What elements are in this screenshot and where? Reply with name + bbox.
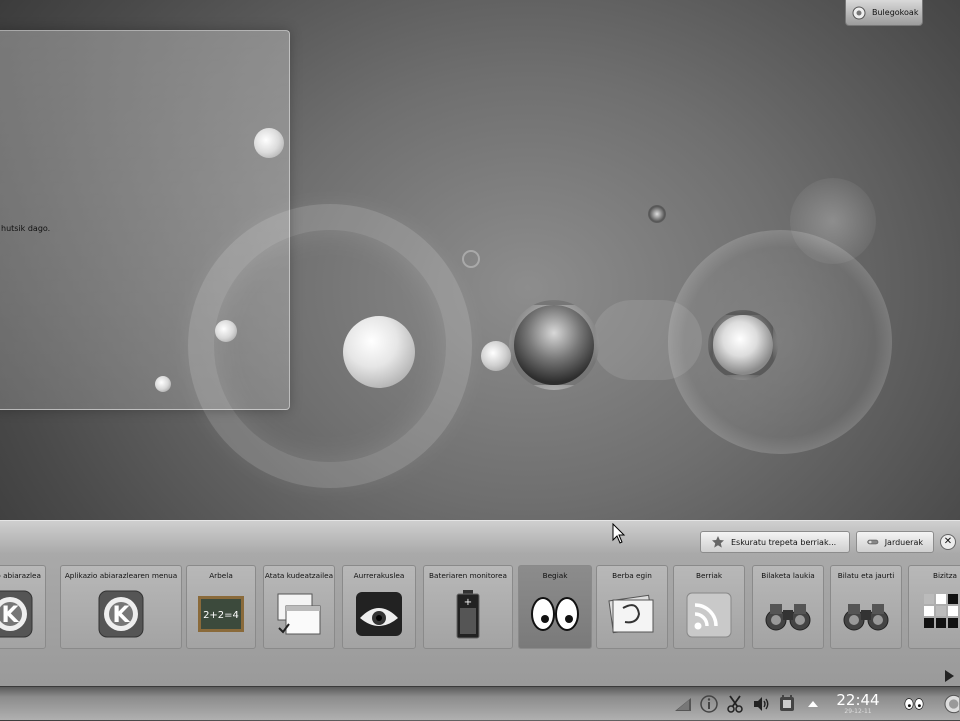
widget-tile[interactable]: ...asio abiarazlea K: [0, 565, 46, 649]
speaker-icon[interactable]: [748, 691, 774, 717]
eyes-icon: [530, 588, 580, 640]
widget-name: Begiak: [542, 571, 568, 580]
get-new-widgets-button[interactable]: Eskuratu trepeta berriak...: [700, 531, 850, 553]
wallpaper-orb: [708, 310, 778, 380]
svg-text:K: K: [1, 603, 19, 628]
widget-name: Arbela: [209, 571, 233, 580]
widget-name: Bateriaren monitorea: [429, 571, 507, 580]
folder-empty-message: hutsik dago.: [1, 224, 51, 233]
widget-name: Berba egin: [612, 571, 652, 580]
info-icon[interactable]: [696, 691, 722, 717]
activities-explorer-label: Jarduerak: [884, 537, 923, 547]
widget-explorer: Eskuratu trepeta berriak... Jarduerak ✕ …: [0, 520, 960, 686]
widget-name: Atata kudeatzailea: [264, 571, 334, 580]
widget-name: Berriak: [695, 571, 723, 580]
clock-time: 22:44: [836, 690, 880, 709]
svg-text:K: K: [112, 603, 130, 628]
widget-tile[interactable]: Aplikazio abiarazlearen menua K: [60, 565, 182, 649]
scissors-icon[interactable]: [722, 691, 748, 717]
binoculars-icon: [841, 588, 891, 640]
system-tray: 22:44 29-12-11: [670, 687, 960, 721]
activities-explorer-button[interactable]: Jarduerak: [856, 531, 934, 553]
widget-tile[interactable]: Atata kudeatzailea: [263, 565, 335, 649]
binoculars-icon: [763, 588, 813, 640]
eyes-applet-icon[interactable]: [890, 689, 938, 719]
widget-tile[interactable]: Bilatu eta jaurti: [830, 565, 902, 649]
clock-date: 29-12-11: [844, 707, 872, 715]
widget-tile[interactable]: Aurrerakuslea: [342, 565, 416, 649]
mouse-cursor-icon: [612, 523, 626, 544]
widget-name: Bilaketa laukia: [761, 571, 815, 580]
wallpaper-band: [592, 300, 702, 380]
arrow-up-icon[interactable]: [800, 691, 826, 717]
widget-tile[interactable]: Bilaketa laukia: [752, 565, 824, 649]
wallpaper-dot: [462, 250, 480, 268]
widget-scrollbar[interactable]: [0, 669, 960, 687]
kde-menu-icon[interactable]: [938, 689, 960, 719]
widget-name: Bizitza: [932, 571, 958, 580]
network-icon[interactable]: [670, 691, 696, 717]
bottom-panel: 22:44 29-12-11: [0, 686, 960, 720]
widget-tile[interactable]: Berba egin: [596, 565, 668, 649]
windows-icon: [274, 588, 324, 640]
widget-name: Aurrerakuslea: [353, 571, 405, 580]
widget-tile[interactable]: Begiak: [518, 565, 592, 649]
digital-clock[interactable]: 22:44 29-12-11: [830, 690, 886, 716]
kde-logo-icon: K: [0, 588, 35, 640]
activities-label: Bulegokoak: [872, 8, 919, 17]
widget-name: ...asio abiarazlea: [0, 571, 41, 580]
wallpaper-ring: [668, 230, 892, 454]
widget-tile[interactable]: Berriak: [673, 565, 745, 649]
get-new-widgets-label: Eskuratu trepeta berriak...: [731, 537, 837, 547]
kde-logo-icon: K: [96, 588, 146, 640]
close-icon[interactable]: ✕: [940, 534, 956, 550]
activities-button[interactable]: Bulegokoak: [845, 0, 923, 26]
wallpaper-orb-dark: [509, 300, 599, 390]
wallpaper-dot: [481, 341, 511, 371]
chalkboard-icon: 2+2=4: [196, 588, 246, 640]
widget-list: ...asio abiarazleaKAplikazio abiarazlear…: [0, 565, 960, 651]
wallpaper-dot: [648, 205, 666, 223]
svg-text:+: +: [464, 597, 472, 608]
wallpaper-glow: [790, 178, 876, 264]
explorer-toolbar: Eskuratu trepeta berriak... Jarduerak ✕: [700, 530, 960, 554]
wallpaper-orb-white: [343, 316, 415, 388]
grid-icon: [920, 588, 960, 640]
cashew-icon: [852, 6, 866, 19]
rss-icon: [684, 588, 734, 640]
widget-tile[interactable]: Arbela 2+2=4: [186, 565, 256, 649]
device-icon[interactable]: [774, 691, 800, 717]
svg-text:2+2=4: 2+2=4: [203, 610, 239, 621]
scroll-right-icon[interactable]: [945, 670, 954, 682]
talk-icon: [607, 588, 657, 640]
widget-tile[interactable]: Bateriaren monitorea +: [423, 565, 513, 649]
folder-view-widget[interactable]: hutsik dago.: [0, 30, 290, 410]
battery-icon: +: [443, 588, 493, 640]
star-icon: [712, 536, 724, 548]
eye-icon: [354, 588, 404, 640]
widget-tile[interactable]: Bizitza: [908, 565, 960, 649]
activities-icon: [867, 539, 879, 545]
widget-name: Aplikazio abiarazlearen menua: [64, 571, 178, 580]
widget-name: Bilatu eta jaurti: [837, 571, 895, 580]
